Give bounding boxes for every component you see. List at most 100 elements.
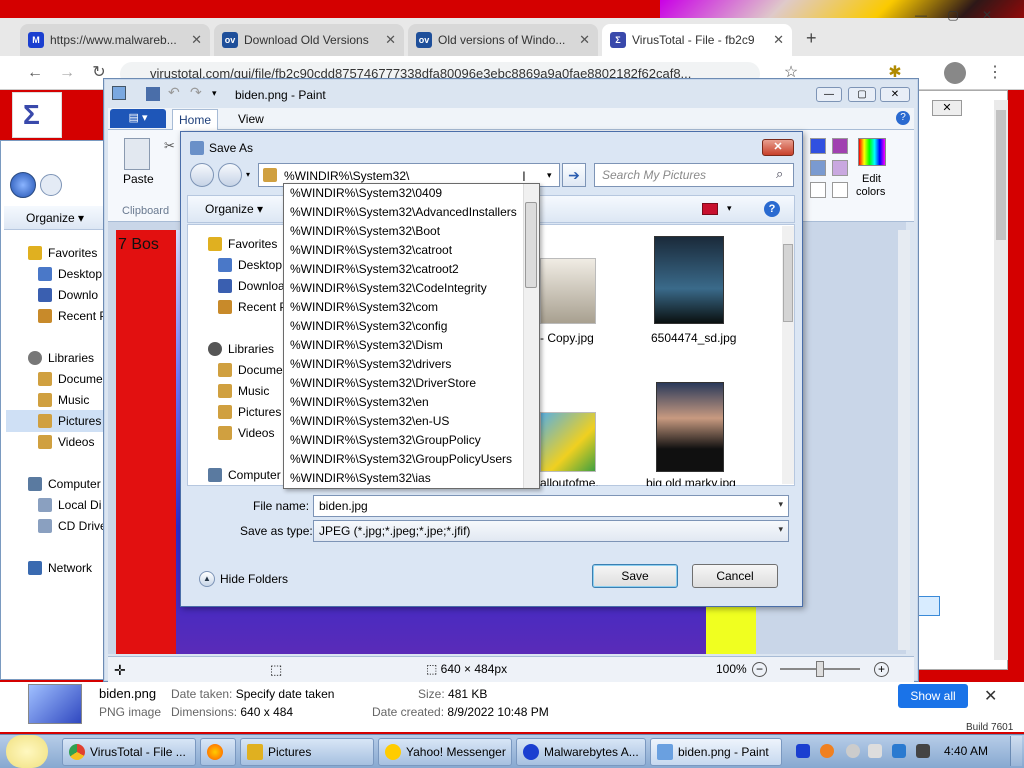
explorer-item-recent[interactable]: Recent P (38, 309, 107, 323)
chrome-tab-malwarebytes[interactable]: M https://www.malwareb... ✕ (20, 24, 210, 56)
minimize-icon[interactable]: — (906, 6, 936, 26)
dropdown-item[interactable]: %WINDIR%\System32\catroot2 (284, 260, 524, 279)
edit-colors-label-1[interactable]: Edit (862, 173, 881, 185)
explorer-item-music[interactable]: Music (38, 393, 89, 407)
nav-pictures[interactable]: Pictures (218, 405, 281, 419)
dialog-help-icon[interactable]: ? (764, 201, 780, 217)
explorer-organize-button[interactable]: Organize ▾ (26, 211, 84, 225)
tray-search-icon[interactable] (820, 744, 834, 758)
undo-icon[interactable]: ↶ (168, 84, 180, 101)
dropdown-item[interactable]: %WINDIR%\System32\config (284, 317, 524, 336)
dialog-close-button[interactable]: ✕ (762, 139, 794, 156)
zoom-out-icon[interactable]: − (752, 662, 767, 677)
close-tab-icon[interactable]: ✕ (191, 32, 202, 48)
bg-button[interactable] (918, 596, 940, 616)
address-input[interactable]: %WINDIR%\System32\ (284, 169, 409, 183)
tray-arrow-icon[interactable] (868, 744, 882, 758)
view-options-icon[interactable] (702, 203, 718, 215)
nav-recent-places[interactable]: Recent P (218, 300, 287, 314)
taskbar-item-pictures[interactable]: Pictures (240, 738, 374, 766)
nav-favorites[interactable]: Favorites (208, 237, 277, 251)
explorer-item-documents[interactable]: Docume (38, 372, 103, 386)
explorer-item-desktop[interactable]: Desktop (38, 267, 102, 281)
dropdown-item[interactable]: %WINDIR%\System32\en (284, 393, 524, 412)
cancel-button[interactable]: Cancel (692, 564, 778, 588)
help-icon[interactable]: ? (896, 111, 910, 125)
dropdown-item[interactable]: %WINDIR%\System32\Dism (284, 336, 524, 355)
chrome-tab-download-old-versions[interactable]: ov Download Old Versions ✕ (214, 24, 404, 56)
file-thumbnail[interactable] (654, 236, 724, 324)
dropdown-item[interactable]: %WINDIR%\System32\catroot (284, 241, 524, 260)
edit-colors-icon[interactable] (858, 138, 886, 166)
paste-label[interactable]: Paste (123, 172, 154, 186)
profile-avatar[interactable] (944, 62, 966, 84)
taskbar-item-malwarebytes[interactable]: Malwarebytes A... (516, 738, 646, 766)
tray-malwarebytes-icon[interactable] (796, 744, 810, 758)
taskbar-item-yahoo-messenger[interactable]: Yahoo! Messenger (378, 738, 512, 766)
view-dropdown-icon[interactable]: ▾ (727, 203, 732, 214)
dropdown-item[interactable]: %WINDIR%\System32\AdvancedInstallers (284, 203, 524, 222)
nav-documents[interactable]: Docume (218, 363, 283, 377)
file-list-scrollbar-thumb[interactable] (783, 244, 793, 322)
dropdown-item[interactable]: %WINDIR%\System32\drivers (284, 355, 524, 374)
explorer-item-videos[interactable]: Videos (38, 435, 94, 449)
explorer-item-pictures[interactable]: Pictures (38, 414, 101, 428)
bg-scrollbar-thumb[interactable] (996, 110, 1006, 240)
color-swatch[interactable] (832, 182, 848, 198)
file-thumbnail[interactable] (656, 382, 724, 472)
nav-computer[interactable]: Computer (208, 468, 281, 482)
search-icon[interactable]: ⌕ (776, 166, 783, 182)
taskbar-item-paint[interactable]: biden.png - Paint (650, 738, 782, 766)
explorer-item-computer[interactable]: Computer (28, 477, 101, 491)
chrome-menu-icon[interactable]: ⋮ (984, 62, 1006, 84)
paste-icon[interactable] (124, 138, 150, 170)
explorer-item-network[interactable]: Network (28, 561, 92, 575)
new-tab-icon[interactable]: + (806, 28, 817, 49)
dialog-forward-icon[interactable] (218, 163, 242, 187)
show-desktop-button[interactable] (1010, 736, 1022, 766)
explorer-item-libraries[interactable]: Libraries (28, 351, 94, 365)
nav-desktop[interactable]: Desktop (218, 258, 282, 272)
quick-access-dropdown-icon[interactable]: ▾ (212, 88, 217, 99)
explorer-item-favorites[interactable]: Favorites (28, 246, 97, 260)
paint-file-menu-button[interactable]: ▤ ▾ (110, 109, 166, 128)
paint-maximize-icon[interactable]: ▢ (848, 87, 876, 102)
file-name-input[interactable]: biden.jpg ▾ (313, 495, 789, 517)
paint-minimize-icon[interactable]: — (816, 87, 842, 102)
close-tab-icon[interactable]: ✕ (773, 32, 784, 48)
chrome-tab-old-versions-windows[interactable]: ov Old versions of Windo... ✕ (408, 24, 598, 56)
dialog-organize-button[interactable]: Organize ▾ (205, 202, 263, 216)
tray-flag-icon[interactable] (892, 744, 906, 758)
forward-icon[interactable]: → (56, 62, 78, 84)
file-thumbnail[interactable] (540, 258, 596, 324)
volume-icon[interactable] (916, 744, 930, 758)
save-button[interactable]: Save (592, 564, 678, 588)
file-label[interactable]: 6504474_sd.jpg (651, 331, 736, 345)
go-arrow-button[interactable]: ➔ (562, 163, 586, 187)
close-tab-icon[interactable]: ✕ (385, 32, 396, 48)
paint-scrollbar[interactable] (898, 230, 910, 650)
color-swatch[interactable] (810, 160, 826, 176)
explorer-forward-icon[interactable] (40, 174, 62, 196)
dropdown-item[interactable]: %WINDIR%\System32\ias (284, 469, 524, 488)
file-label[interactable]: big old marky.jpg (646, 476, 736, 486)
save-type-dropdown-icon[interactable]: ▾ (778, 524, 783, 535)
dialog-back-icon[interactable] (190, 163, 214, 187)
paint-close-icon[interactable]: ✕ (880, 87, 910, 102)
search-input[interactable]: Search My Pictures (602, 168, 706, 182)
file-name-dropdown-icon[interactable]: ▾ (778, 499, 783, 510)
file-label[interactable]: - Copy.jpg (540, 331, 594, 345)
color-swatch[interactable] (810, 182, 826, 198)
edit-colors-label-2[interactable]: colors (856, 186, 885, 198)
dropdown-item[interactable]: %WINDIR%\System32\en-US (284, 412, 524, 431)
bg-close-icon[interactable]: ✕ (932, 100, 962, 116)
close-download-bar-icon[interactable]: ✕ (984, 686, 997, 706)
dropdown-item[interactable]: %WINDIR%\System32\GroupPolicy (284, 431, 524, 450)
explorer-item-local-disk[interactable]: Local Di (38, 498, 101, 512)
maximize-icon[interactable]: ▢ (938, 6, 968, 26)
nav-music[interactable]: Music (218, 384, 269, 398)
start-button[interactable] (6, 735, 48, 768)
taskbar-item-chrome-virustotal[interactable]: VirusTotal - File ... (62, 738, 196, 766)
redo-icon[interactable]: ↷ (190, 84, 202, 101)
tab-view[interactable]: View (238, 112, 264, 126)
